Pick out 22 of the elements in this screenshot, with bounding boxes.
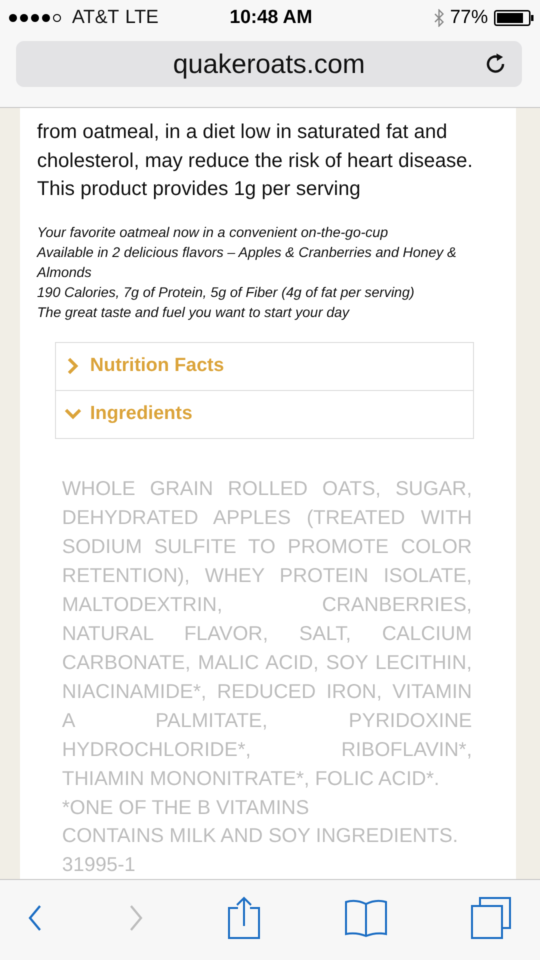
ingredients-text: WHOLE GRAIN ROLLED OATS, SUGAR, DEHYDRATED APPLES (TREATED WITH SODIUM SULFITE TO PROMOTE COLOR RETENTION), WHEY PROTEIN ISOLATE, MALTODEXTRIN, CRANBERRIES, NATURAL FLAVOR, SALT, CALCIUM CARBONATE, MALIC ACID, SOY LECITHIN, NIACINAMIDE*, REDUCED IRON, VITAMIN A PALMITATE, PYRIDOXINE HYDROCHLORIDE*, RIBOFLAVIN*, THIAMIN MONONITRATE*, FOLIC ACID*. (62, 476, 472, 792)
feature-line: 190 Calories, 7g of Protein, 5g of Fiber (4g of fat per serving) (37, 282, 416, 302)
feature-line: Your favorite oatmeal now in a convenient on-the-go-cup (37, 222, 389, 242)
battery-percent: 77% (450, 7, 488, 29)
feature-line: Available in 2 delicious flavors – Apples & Cranberries and Honey & Almonds (37, 242, 458, 282)
battery-icon (494, 10, 534, 26)
network-type: LTE (125, 7, 159, 29)
address-bar[interactable]: quakeroats.com (16, 41, 522, 87)
accordion-header[interactable]: Ingredients (56, 390, 473, 438)
ingredients-note: CONTAINS MILK AND SOY INGREDIENTS. (62, 824, 459, 849)
ingredients-note: 31995-1 (62, 852, 136, 878)
bluetooth-icon (434, 9, 444, 27)
clock-time: 10:48 AM (230, 7, 312, 29)
share-icon[interactable] (227, 896, 261, 940)
back-icon[interactable] (26, 903, 44, 933)
feature-line: The great taste and fuel you want to start your day (37, 302, 351, 322)
ingredients-note: *ONE OF THE B VITAMINS (62, 796, 310, 820)
accordion-header[interactable]: Nutrition Facts (56, 342, 473, 390)
book-icon[interactable] (344, 898, 388, 938)
carrier-name: AT&T (72, 7, 120, 29)
body-text: from oatmeal, in a diet low in saturated fat and cholesterol, may reduce the risk of heart disease. This product provides 1g per serving (37, 120, 474, 202)
tabs-icon[interactable] (470, 896, 512, 940)
